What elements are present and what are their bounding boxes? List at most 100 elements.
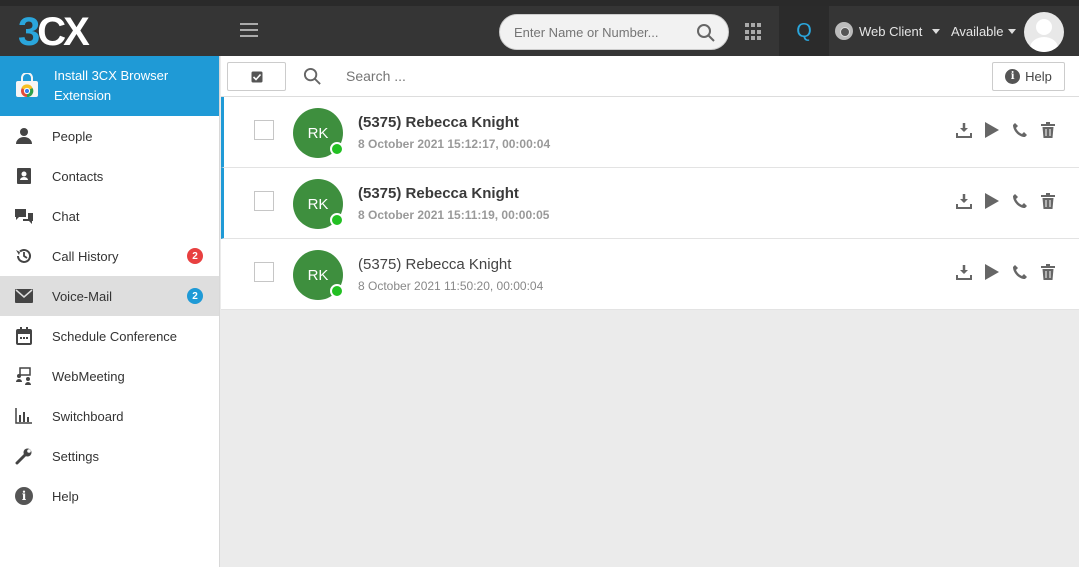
voicemail-meta: 8 October 2021 15:12:17, 00:00:04 [358, 137, 551, 151]
voicemail-search-input[interactable] [346, 64, 646, 88]
phone-icon[interactable] [1011, 192, 1029, 210]
logo-part-b: CX [37, 9, 90, 54]
sidebar-item-label: Help [52, 488, 79, 504]
user-avatar[interactable] [1024, 12, 1064, 52]
sidebar-item-label: Voice-Mail [52, 288, 112, 304]
extension-banner-label: Install 3CX Browser Extension [54, 68, 169, 103]
voicemail-row[interactable]: RK (5375) Rebecca Knight 8 October 2021 … [221, 168, 1079, 239]
search-icon[interactable] [696, 23, 716, 43]
caller-name: (5375) Rebecca Knight [358, 114, 519, 131]
list-toolbar: i Help [221, 56, 1079, 97]
sidebar-item-label: Settings [52, 448, 99, 464]
row-checkbox[interactable] [254, 262, 274, 282]
chevron-down-icon [1007, 28, 1016, 34]
trash-icon[interactable] [1039, 121, 1057, 139]
logo-3cx[interactable]: 3 CX [18, 9, 118, 54]
avatar: RK [293, 108, 344, 158]
phone-icon[interactable] [1011, 263, 1029, 281]
call-history-badge: 2 [187, 248, 203, 264]
avatar: RK [293, 179, 344, 229]
sidebar-item-schedule-conference[interactable]: Schedule Conference [0, 316, 219, 356]
help-button[interactable]: i Help [992, 62, 1065, 91]
caller-name: (5375) Rebecca Knight [358, 256, 512, 273]
wrench-icon [14, 446, 34, 466]
online-status-dot [330, 284, 344, 298]
chrome-icon [835, 22, 853, 40]
play-icon[interactable] [983, 192, 1001, 210]
status-dropdown[interactable]: Available [951, 20, 1016, 42]
web-store-icon [14, 72, 40, 99]
online-status-dot [330, 142, 344, 156]
row-actions [955, 121, 1057, 139]
top-bar: 3CX Q Web Client Available [0, 0, 1079, 56]
queue-button[interactable]: Q [779, 6, 829, 56]
web-client-dropdown[interactable]: Web Client [835, 20, 941, 42]
checkbox-checked-icon [251, 71, 262, 82]
phone-icon[interactable] [1011, 121, 1029, 139]
install-extension-banner[interactable]: Install 3CX Browser Extension [0, 56, 219, 116]
sidebar-item-chat[interactable]: Chat [0, 196, 219, 236]
bar-chart-icon [14, 406, 34, 426]
info-icon: i [1005, 69, 1021, 84]
info-icon: i [14, 486, 34, 506]
status-label: Available [951, 23, 1004, 39]
voicemail-meta: 8 October 2021 15:11:19, 00:00:05 [358, 208, 550, 222]
sidebar-item-label: People [52, 128, 93, 144]
user-silhouette-icon [1030, 19, 1058, 52]
download-icon[interactable] [955, 263, 973, 281]
apps-grid-icon[interactable] [745, 23, 763, 41]
select-all-button[interactable] [227, 62, 286, 91]
logo-part-a: 3 [18, 9, 40, 54]
envelope-icon [14, 286, 34, 306]
sidebar-item-label: Switchboard [52, 408, 124, 424]
trash-icon[interactable] [1039, 192, 1057, 210]
avatar-initials: RK [307, 124, 329, 142]
play-icon[interactable] [983, 121, 1001, 139]
global-search [499, 14, 729, 50]
sidebar-item-label: Call History [52, 248, 119, 264]
sidebar-item-settings[interactable]: Settings [0, 436, 219, 476]
chevron-down-icon [932, 28, 941, 34]
play-icon[interactable] [983, 263, 1001, 281]
global-search-input[interactable] [514, 15, 689, 49]
sidebar-item-label: Schedule Conference [52, 328, 178, 344]
menu-toggle-icon[interactable] [240, 23, 258, 37]
sidebar-item-contacts[interactable]: Contacts [0, 156, 219, 196]
sidebar-item-switchboard[interactable]: Switchboard [0, 396, 219, 436]
avatar: RK [293, 250, 344, 300]
contacts-book-icon [14, 166, 34, 186]
voicemail-meta: 8 October 2021 11:50:20, 00:00:04 [358, 279, 544, 293]
online-status-dot [330, 213, 344, 227]
sidebar-item-call-history[interactable]: Call History 2 [0, 236, 219, 276]
avatar-initials: RK [307, 266, 329, 284]
person-icon [14, 126, 34, 146]
row-actions [955, 192, 1057, 210]
voicemail-row[interactable]: RK (5375) Rebecca Knight 8 October 2021 … [221, 97, 1079, 168]
caller-name: (5375) Rebecca Knight [358, 185, 519, 202]
sidebar-item-help[interactable]: i Help [0, 476, 219, 516]
row-actions [955, 263, 1057, 281]
sidebar-item-voice-mail[interactable]: Voice-Mail 2 [0, 276, 219, 316]
voicemail-list: RK (5375) Rebecca Knight 8 October 2021 … [221, 97, 1079, 310]
history-clock-icon [14, 246, 34, 266]
voicemail-row[interactable]: RK (5375) Rebecca Knight 8 October 2021 … [221, 239, 1079, 310]
web-client-label: Web Client [859, 23, 923, 39]
row-checkbox[interactable] [254, 191, 274, 211]
avatar-initials: RK [307, 195, 329, 213]
sidebar-item-label: Chat [52, 208, 80, 224]
sidebar-item-label: WebMeeting [52, 368, 125, 384]
chat-bubbles-icon [14, 206, 34, 226]
sidebar-item-people[interactable]: People [0, 116, 219, 156]
calendar-icon [14, 326, 34, 346]
row-checkbox[interactable] [254, 120, 274, 140]
help-button-label: Help [1025, 69, 1052, 84]
download-icon[interactable] [955, 121, 973, 139]
search-icon[interactable] [303, 67, 322, 86]
queue-label: Q [796, 19, 812, 42]
sidebar: Install 3CX Browser Extension People Con… [0, 56, 220, 567]
trash-icon[interactable] [1039, 263, 1057, 281]
voice-mail-badge: 2 [187, 288, 203, 304]
download-icon[interactable] [955, 192, 973, 210]
web-meeting-icon [14, 366, 34, 386]
sidebar-item-webmeeting[interactable]: WebMeeting [0, 356, 219, 396]
